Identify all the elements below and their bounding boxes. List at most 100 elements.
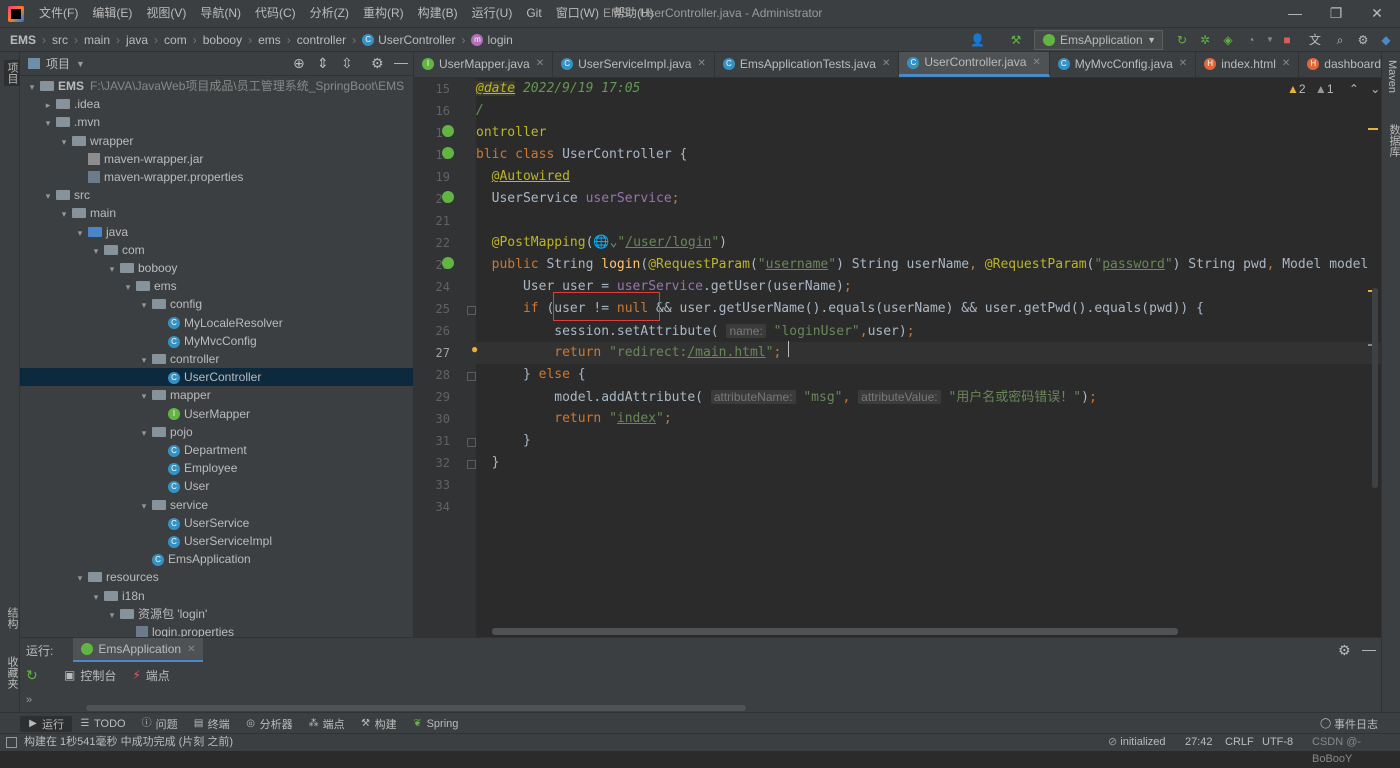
close-tab-icon[interactable]: ✕ [697,52,705,77]
close-tab-icon[interactable]: ✕ [1032,52,1040,74]
status-toggle-icon[interactable] [6,737,17,748]
tree-item[interactable]: ▾ controller [20,350,413,368]
collapse-all-icon[interactable]: ⇳ [341,55,353,72]
tree-item[interactable]: ▾ bobooy [20,259,413,277]
tree-item[interactable]: C User [20,477,413,495]
request-mapping-icon[interactable] [442,257,454,269]
chevron-down-icon[interactable]: ▾ [58,133,70,151]
coverage-icon[interactable]: ◈ [1221,33,1235,47]
console-tab[interactable]: ▣ 控制台 [56,667,124,684]
favorites-tool-tab[interactable]: 收藏夹 [4,656,20,689]
menu-navigate[interactable]: 导航(N) [193,0,248,27]
minimize-icon[interactable]: — [1272,0,1318,27]
editor-horizontal-scrollbar[interactable] [492,628,1178,635]
chevron-down-icon[interactable]: ▾ [138,387,150,405]
editor-tab[interactable]: C UserServiceImpl.java ✕ [553,52,715,77]
chevron-down-icon[interactable]: ▾ [90,588,102,606]
spring-bean-icon[interactable] [442,147,454,159]
fold-marker-icon[interactable] [467,372,476,381]
breadcrumb-ems[interactable]: ems [254,33,285,47]
hide-panel-icon[interactable]: — [394,54,408,70]
chevron-down-icon[interactable]: ▾ [138,497,150,515]
tree-item[interactable]: ▾ config [20,295,413,313]
hide-panel-icon[interactable]: — [1362,641,1376,657]
breadcrumb-method[interactable]: m login [467,33,516,47]
tree-item[interactable]: ▾ EMS F:\JAVA\JavaWeb项目成品\员工管理系统_SpringBoo… [20,77,413,95]
endpoints-tool-button[interactable]: ⁂ 端点 [301,716,353,732]
spring-bean-icon[interactable] [442,191,454,203]
editor-tab[interactable]: Hdashboard [1299,52,1381,77]
tree-item[interactable]: ▾ i18n [20,587,413,605]
spring-tool-button[interactable]: ❦ Spring [405,718,467,730]
terminal-tool-button[interactable]: ▤ 终端 [186,716,238,732]
tree-item[interactable]: ▾ service [20,496,413,514]
chevron-down-icon[interactable]: ▾ [90,242,102,260]
breadcrumb-class[interactable]: C UserController [358,33,459,47]
project-tool-tab[interactable]: 项目 [4,60,20,86]
build-tool-button[interactable]: ⚒ 构建 [353,716,405,732]
menu-build[interactable]: 构建(B) [411,0,465,27]
tree-item[interactable]: C UserController [20,368,413,387]
close-tab-icon[interactable]: ✕ [882,52,890,77]
tree-item[interactable]: C EmsApplication [20,550,413,568]
tree-item[interactable]: C Employee [20,459,413,477]
menu-window[interactable]: 窗口(W) [549,0,606,27]
status-message[interactable]: 构建在 1秒541毫秒 中成功完成 (片刻 之前) [24,734,233,751]
maven-tool-tab[interactable]: Maven [1386,60,1398,93]
editor-tab[interactable]: C UserController.java ✕ [899,52,1050,77]
tree-item[interactable]: C UserServiceImpl [20,532,413,550]
build-hammer-icon[interactable]: ⚒ [1009,33,1023,47]
tree-item[interactable]: C MyLocaleResolver [20,314,413,332]
inspection-widget[interactable]: ▲2 ▲1 ⌃ ⌄ [1287,82,1380,96]
breadcrumb-java[interactable]: java [122,33,152,47]
run-config-tab[interactable]: EmsApplication ✕ [73,638,204,662]
file-encoding[interactable]: UTF-8 [1262,734,1293,751]
chevron-down-icon[interactable]: ▾ [74,569,86,587]
chevron-up-icon[interactable]: ⌃ [1349,82,1359,96]
editor-tab[interactable]: I UserMapper.java ✕ [414,52,554,77]
editor-scrollbar[interactable] [1372,288,1378,488]
chevron-down-icon[interactable]: ▾ [42,187,54,205]
tree-item[interactable]: ▾ .mvn [20,113,413,131]
menu-edit[interactable]: 编辑(E) [85,0,139,27]
caret-position[interactable]: 27:42 [1185,734,1213,751]
line-separator[interactable]: CRLF [1225,734,1254,751]
endpoints-tab[interactable]: ⚡ 端点 [124,667,177,684]
breadcrumb-com[interactable]: com [160,33,191,47]
profiler-tool-button[interactable]: ◎ 分析器 [238,716,301,732]
chevron-down-icon[interactable]: ▾ [58,205,70,223]
settings-gear-icon[interactable]: ⚙ [371,55,384,72]
structure-tool-tab[interactable]: 结构 [4,607,20,629]
tree-item[interactable]: C UserService [20,514,413,532]
editor-tab[interactable]: Hindex.html ✕ [1196,52,1300,77]
spring-bean-icon[interactable] [442,125,454,137]
code-editor[interactable]: 1516171819202122232425262728293031323334… [414,78,1381,637]
tree-item[interactable]: ▾ src [20,186,413,204]
tree-item[interactable]: ▾ wrapper [20,132,413,150]
tree-item[interactable]: ▾ ems [20,277,413,295]
settings-gear-icon[interactable]: ⚙ [1356,33,1370,47]
editor-tab[interactable]: C EmsApplicationTests.java ✕ [715,52,900,77]
search-icon[interactable]: ⌕ [1333,33,1347,47]
user-icon[interactable]: 👤 [970,33,985,47]
tree-item[interactable]: I UserMapper [20,405,413,423]
jetbrains-toolbox-icon[interactable]: ◆ [1379,33,1393,47]
close-tab-icon[interactable]: ✕ [187,644,195,655]
tree-item[interactable]: ▾ main [20,204,413,222]
menu-run[interactable]: 运行(U) [465,0,520,27]
event-log-button[interactable]: ◯ 事件日志 [1312,716,1386,732]
menu-refactor[interactable]: 重构(R) [356,0,411,27]
fold-marker-icon[interactable] [467,306,476,315]
chevron-down-icon[interactable]: ▾ [138,424,150,442]
tree-item[interactable]: C MyMvcConfig [20,332,413,350]
close-icon[interactable]: ✕ [1354,0,1400,27]
chevron-down-icon[interactable]: ▾ [74,224,86,242]
rerun-icon[interactable]: ↻ [1175,33,1189,47]
breadcrumb-src[interactable]: src [48,33,72,47]
menu-view[interactable]: 视图(V) [139,0,193,27]
chevron-down-icon[interactable]: ▼ [76,59,85,69]
chevron-down-icon[interactable]: ▾ [106,606,118,624]
locate-icon[interactable]: ⊕ [293,55,305,72]
tree-item[interactable]: ▾ resources [20,568,413,586]
tree-item[interactable]: C Department [20,441,413,459]
